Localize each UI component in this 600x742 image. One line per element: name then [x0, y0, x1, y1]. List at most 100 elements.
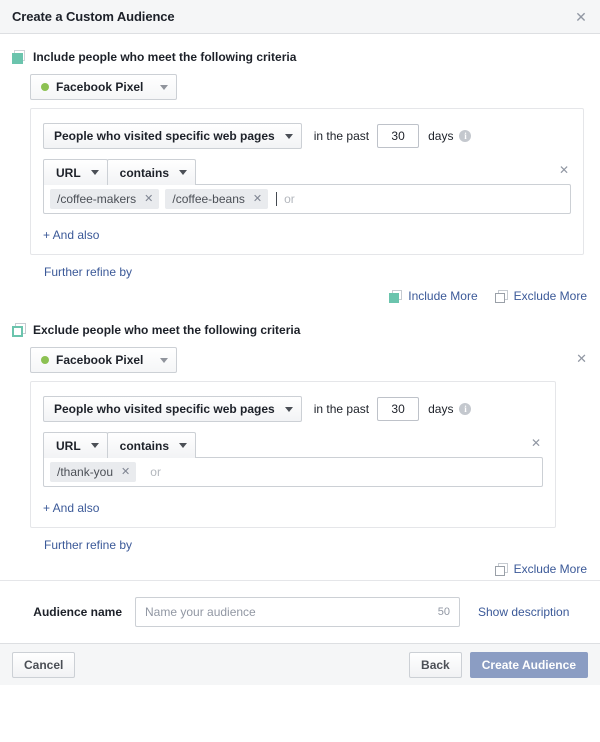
audience-name-input[interactable]: [135, 597, 460, 627]
include-filter-operator-label: contains: [119, 165, 170, 180]
include-filter-tabs: URL contains: [43, 159, 571, 185]
exclude-url-token-input[interactable]: /thank-you ✕ or: [43, 457, 543, 487]
exclude-filter-field-select[interactable]: URL: [43, 432, 108, 458]
include-filter-field-label: URL: [56, 165, 81, 180]
pixel-status-dot: [41, 356, 49, 364]
exclude-section-remove-button[interactable]: ✕: [576, 352, 587, 365]
exclude-pixel-source-label: Facebook Pixel: [56, 353, 144, 367]
audience-name-label: Audience name: [33, 605, 122, 619]
exclude-squares-icon: [494, 562, 508, 576]
exclude-pixel-source-select[interactable]: Facebook Pixel: [30, 347, 178, 373]
exclude-source-row: Facebook Pixel ✕: [0, 341, 600, 373]
include-filter-field-select[interactable]: URL: [43, 159, 108, 185]
include-squares-icon: [12, 50, 26, 64]
include-rule-top: People who visited specific web pages in…: [43, 123, 571, 149]
exclude-filter-block: URL contains ✕ /thank-you ✕ or: [43, 432, 543, 487]
include-source-row: Facebook Pixel: [0, 68, 600, 100]
exclude-rule-card: People who visited specific web pages in…: [30, 381, 556, 528]
dialog-body: Include people who meet the following cr…: [0, 34, 600, 643]
exclude-rule-remove-button[interactable]: ✕: [531, 437, 541, 449]
chevron-down-icon: [284, 406, 293, 412]
include-pixel-source-select[interactable]: Facebook Pixel: [30, 74, 178, 100]
include-pixel-source-label: Facebook Pixel: [56, 80, 144, 94]
info-icon[interactable]: i: [459, 403, 472, 415]
include-event-select[interactable]: People who visited specific web pages: [43, 123, 302, 149]
exclude-squares-icon: [12, 323, 26, 337]
exclude-further-refine-link[interactable]: Further refine by: [44, 538, 132, 552]
audience-name-char-count: 50: [437, 606, 450, 618]
include-more-label: Include More: [408, 289, 478, 303]
exclude-filter-tabs: URL contains: [43, 432, 543, 458]
include-more-button[interactable]: Include More: [389, 289, 478, 303]
include-section: Include people who meet the following cr…: [0, 34, 600, 307]
exclude-more-actions-row: Exclude More: [0, 552, 600, 580]
audience-name-row: Audience name 50 Show description: [0, 580, 600, 643]
page-title: Create a Custom Audience: [12, 9, 175, 24]
token-remove-icon[interactable]: ✕: [144, 193, 153, 205]
include-days-input[interactable]: [377, 124, 420, 148]
dialog-header: Create a Custom Audience ✕: [0, 0, 600, 34]
include-in-the-past-label: in the past: [313, 129, 370, 143]
token[interactable]: /coffee-beans ✕: [165, 189, 269, 209]
text-cursor: [276, 192, 278, 206]
create-audience-button[interactable]: Create Audience: [469, 651, 588, 678]
exclude-filter-operator-label: contains: [119, 438, 170, 453]
cancel-button[interactable]: Cancel: [12, 651, 76, 678]
chevron-down-icon: [90, 170, 99, 175]
chevron-down-icon: [284, 133, 293, 139]
token-remove-icon[interactable]: ✕: [253, 193, 262, 205]
dialog-footer: Cancel Back Create Audience: [0, 643, 600, 685]
include-event-label: People who visited specific web pages: [54, 129, 275, 143]
token-remove-icon[interactable]: ✕: [121, 466, 130, 478]
exclude-section-label: Exclude people who meet the following cr…: [33, 323, 301, 337]
chevron-down-icon: [179, 170, 188, 175]
token-label: /coffee-beans: [172, 192, 245, 206]
token-label: /coffee-makers: [57, 192, 137, 206]
exclude-and-also-link[interactable]: + And also: [43, 501, 99, 515]
exclude-filter-operator-select[interactable]: contains: [106, 432, 197, 458]
pixel-status-dot: [41, 83, 49, 91]
include-section-label: Include people who meet the following cr…: [33, 50, 297, 64]
include-rule-card: People who visited specific web pages in…: [30, 108, 584, 255]
include-rule-outer: People who visited specific web pages in…: [0, 108, 600, 279]
chevron-down-icon: [160, 357, 169, 363]
exclude-more-button[interactable]: Exclude More: [494, 289, 587, 303]
chevron-down-icon: [90, 443, 99, 448]
exclude-rule-top: People who visited specific web pages in…: [43, 396, 543, 422]
include-days-label: days: [428, 129, 454, 143]
chevron-down-icon: [160, 84, 169, 90]
close-icon[interactable]: ✕: [573, 9, 589, 25]
show-description-link[interactable]: Show description: [478, 605, 569, 619]
token-label: /thank-you: [57, 465, 114, 479]
include-token-placeholder: or: [284, 192, 295, 206]
include-rule-remove-button[interactable]: ✕: [559, 164, 569, 176]
audience-name-input-wrap: 50: [135, 597, 460, 627]
footer-right-actions: Back Create Audience: [409, 651, 588, 678]
include-squares-icon: [389, 289, 403, 303]
back-button[interactable]: Back: [409, 651, 462, 678]
include-and-also-link[interactable]: + And also: [43, 228, 99, 242]
exclude-more-button-bottom[interactable]: Exclude More: [494, 562, 587, 576]
exclude-squares-icon: [494, 289, 508, 303]
exclude-event-select[interactable]: People who visited specific web pages: [43, 396, 302, 422]
include-more-actions-row: Include More Exclude More: [0, 279, 600, 307]
include-url-token-input[interactable]: /coffee-makers ✕ /coffee-beans ✕ or: [43, 184, 571, 214]
exclude-more-label: Exclude More: [513, 289, 587, 303]
exclude-rule-outer: People who visited specific web pages in…: [0, 381, 600, 552]
exclude-section-header: Exclude people who meet the following cr…: [0, 307, 600, 341]
exclude-more-label: Exclude More: [513, 562, 587, 576]
exclude-section: Exclude people who meet the following cr…: [0, 307, 600, 580]
exclude-days-input[interactable]: [377, 397, 420, 421]
exclude-in-the-past-label: in the past: [313, 402, 370, 416]
include-filter-operator-select[interactable]: contains: [106, 159, 197, 185]
exclude-token-placeholder: or: [150, 465, 161, 479]
token[interactable]: /thank-you ✕: [50, 462, 137, 482]
token[interactable]: /coffee-makers ✕: [50, 189, 160, 209]
exclude-event-label: People who visited specific web pages: [54, 402, 275, 416]
exclude-filter-field-label: URL: [56, 438, 81, 453]
include-section-header: Include people who meet the following cr…: [0, 34, 600, 68]
info-icon[interactable]: i: [459, 130, 472, 142]
chevron-down-icon: [179, 443, 188, 448]
include-further-refine-link[interactable]: Further refine by: [44, 265, 132, 279]
include-filter-block: URL contains ✕ /coffee-makers ✕ /coffee-…: [43, 159, 571, 214]
